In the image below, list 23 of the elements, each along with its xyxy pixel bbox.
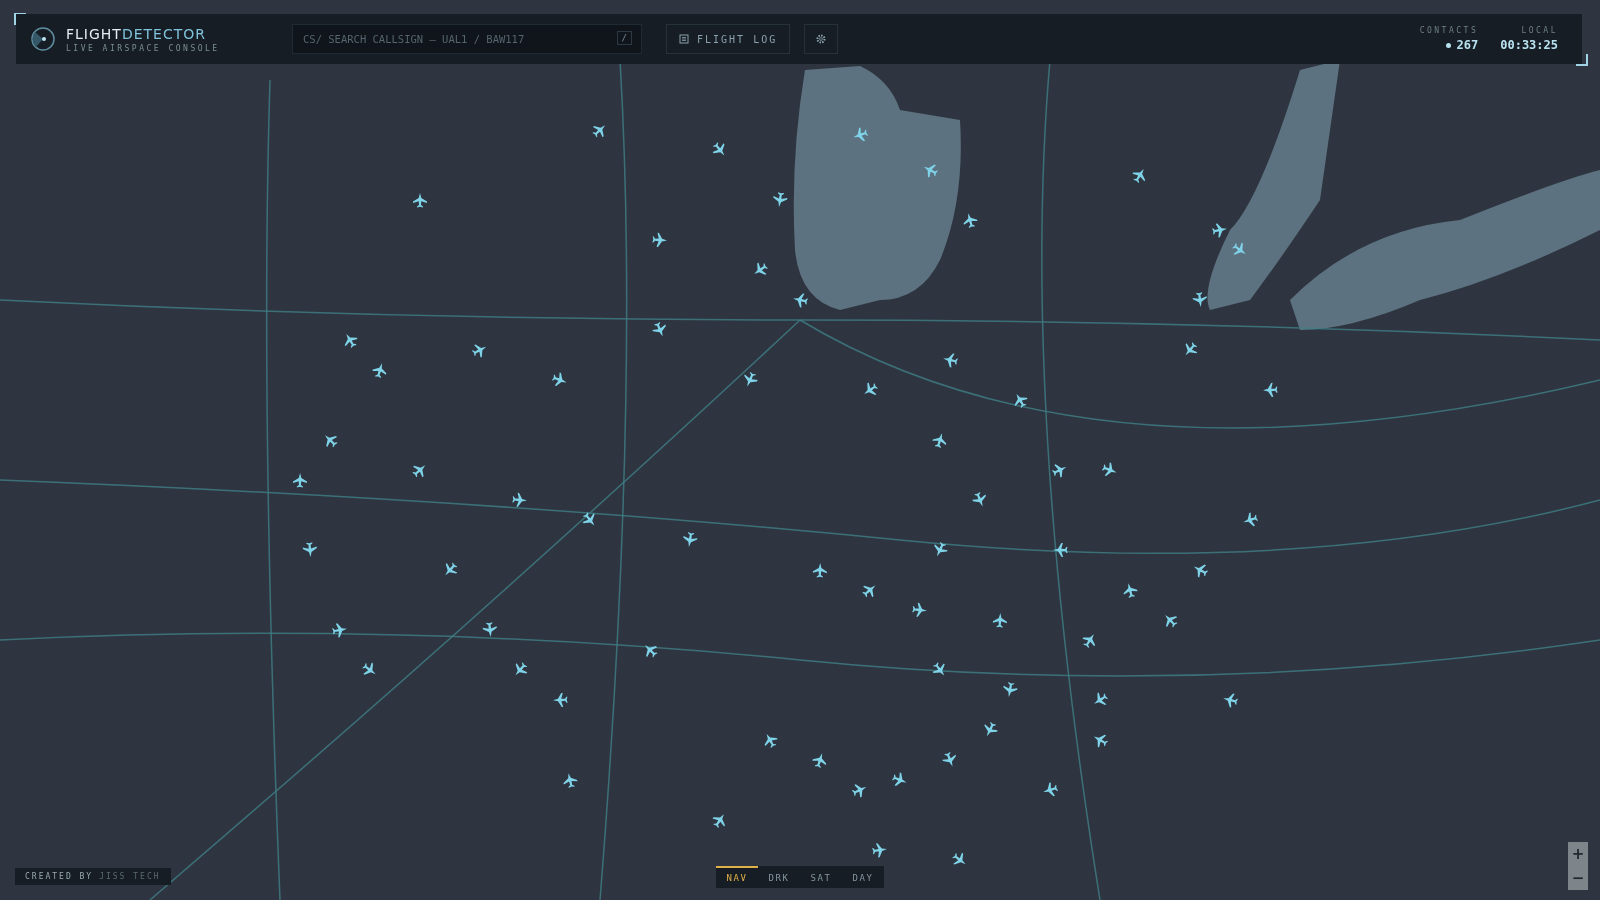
stat-label: CONTACTS bbox=[1419, 26, 1479, 35]
flight-log-button[interactable]: FLIGHT LOG bbox=[666, 24, 791, 54]
logo-subtitle: LIVE AIRSPACE CONSOLE bbox=[66, 43, 220, 53]
map-style-tab[interactable]: SAT bbox=[800, 866, 842, 888]
aircraft-markers-drawing[interactable] bbox=[292, 125, 1278, 865]
stat-value: 267 bbox=[1456, 38, 1479, 52]
stat-value: 00:33:25 bbox=[1500, 38, 1558, 52]
logo-text: FLIGHT bbox=[66, 25, 122, 42]
map-style-tab[interactable]: NAV bbox=[716, 866, 758, 888]
shortcut-key: / bbox=[616, 31, 632, 45]
stat-label: LOCAL bbox=[1521, 26, 1558, 35]
settings-icon bbox=[815, 33, 828, 45]
list-icon bbox=[679, 34, 689, 44]
map-style-tab[interactable]: DAY bbox=[842, 866, 884, 888]
credit-brand: JISS TECH bbox=[99, 872, 161, 881]
live-dot-icon bbox=[1445, 42, 1451, 48]
credit-text: CREATED BY bbox=[25, 872, 94, 881]
zoom-out-button[interactable]: − bbox=[1568, 866, 1588, 890]
map-style-tab[interactable]: DRK bbox=[758, 866, 800, 888]
radar-logo-icon bbox=[30, 26, 56, 52]
logo-text-accent: DETECTOR bbox=[121, 25, 207, 42]
settings-button[interactable] bbox=[804, 24, 839, 54]
zoom-in-button[interactable]: + bbox=[1568, 842, 1588, 866]
